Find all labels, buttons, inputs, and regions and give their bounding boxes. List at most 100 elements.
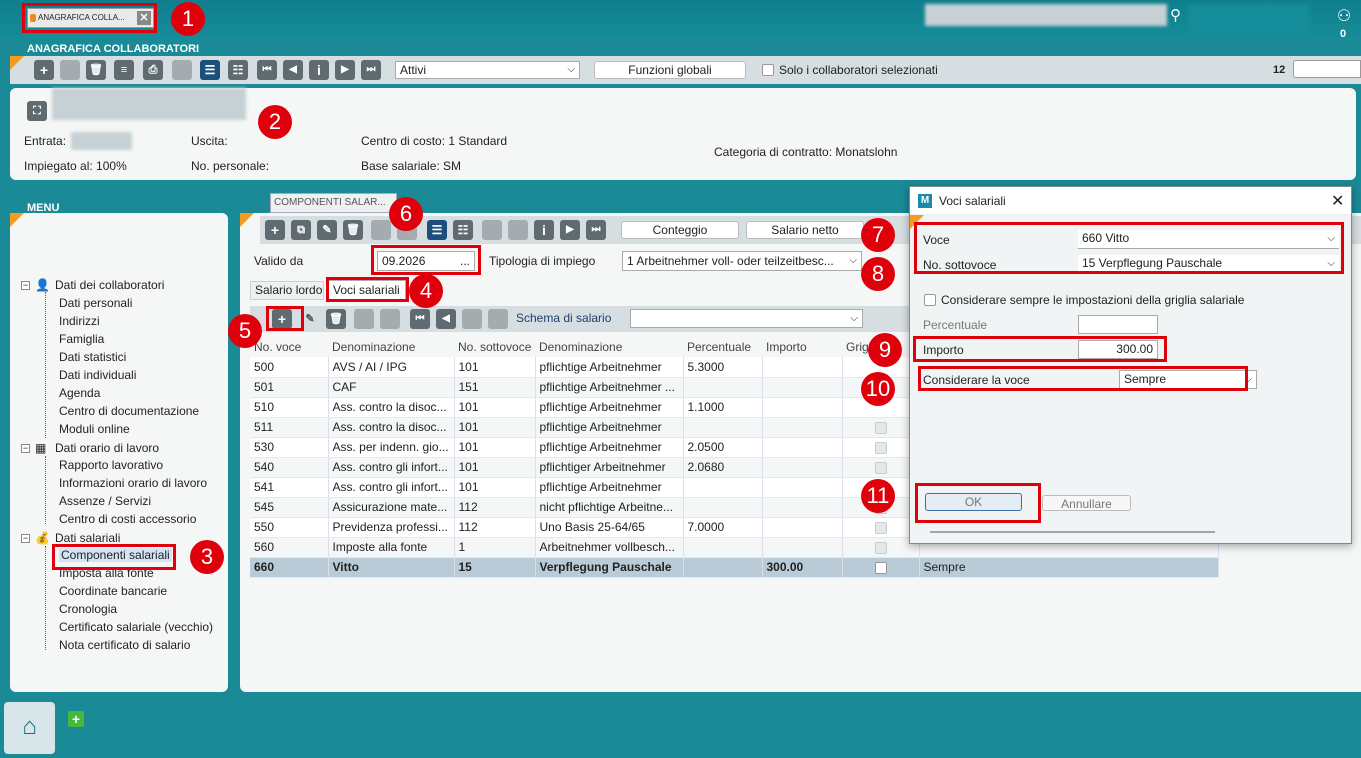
record-slider[interactable]: [1293, 60, 1361, 78]
column-header[interactable]: Denominazione: [328, 337, 454, 357]
list-export-icon[interactable]: ≡: [114, 60, 134, 80]
previous-record-icon[interactable]: [508, 220, 528, 240]
always-grid-checkbox[interactable]: [924, 294, 936, 306]
last-record-icon[interactable]: [488, 309, 508, 329]
table-row[interactable]: 660 Vitto 15 Verpflegung Pauschale 300.00 Sem…: [250, 557, 1219, 578]
menu-item-absences[interactable]: Assenze / Servizi: [59, 494, 151, 508]
column-header[interactable]: No. voce: [250, 337, 328, 357]
date-picker-icon[interactable]: ...: [460, 252, 470, 270]
menu-item-statistics[interactable]: Dati statistici: [59, 350, 126, 364]
menu-item-agenda[interactable]: Agenda: [59, 386, 100, 400]
close-tab-icon[interactable]: ✕: [137, 11, 151, 25]
menu-item-withholding-tax[interactable]: Imposta alla fonte: [59, 566, 154, 580]
menu-item-bank-details[interactable]: Coordinate bancarie: [59, 584, 167, 598]
edit-icon[interactable]: ✎: [300, 309, 320, 329]
consider-item-select[interactable]: Sempre ⌵: [1119, 370, 1257, 389]
notifications-icon[interactable]: ⚇: [1333, 6, 1355, 25]
info-icon[interactable]: i: [534, 220, 554, 240]
detail-view-icon[interactable]: ☰: [200, 60, 220, 80]
disabled-save-icon[interactable]: [354, 309, 374, 329]
salary-schema-select[interactable]: ⌵: [630, 309, 863, 328]
tab-salary-items[interactable]: Voci salariali: [328, 280, 406, 300]
grid-checkbox[interactable]: [874, 561, 887, 574]
disabled-save-icon[interactable]: [371, 220, 391, 240]
menu-group-collaborator-data[interactable]: Dati dei collaboratori: [55, 278, 164, 292]
global-functions-button[interactable]: Funzioni globali: [594, 61, 746, 79]
first-record-icon[interactable]: ⏮: [410, 309, 430, 329]
menu-item-cost-center[interactable]: Centro di costi accessorio: [59, 512, 196, 526]
detail-view-icon[interactable]: ☰: [427, 220, 447, 240]
info-icon[interactable]: i: [309, 60, 329, 80]
menu-item-personal-data[interactable]: Dati personali: [59, 296, 132, 310]
tab-gross-salary[interactable]: Salario lordo: [250, 281, 324, 300]
delete-icon[interactable]: 🗑: [326, 309, 346, 329]
disabled-cancel-icon[interactable]: [380, 309, 400, 329]
item-select[interactable]: 660 Vitto ⌵: [1078, 230, 1339, 249]
menu-group-salary-data[interactable]: Dati salariali: [55, 531, 120, 545]
list-view-icon[interactable]: ☷: [228, 60, 248, 80]
collapse-icon[interactable]: −: [21, 534, 30, 543]
cancel-button[interactable]: Annullare: [1042, 495, 1131, 511]
menu-item-work-time-info[interactable]: Informazioni orario di lavoro: [59, 476, 207, 490]
tab-salary-components[interactable]: COMPONENTI SALAR...: [270, 193, 397, 213]
add-icon[interactable]: +: [265, 220, 285, 240]
copy-icon[interactable]: ⧉: [291, 220, 311, 240]
first-record-icon[interactable]: [482, 220, 502, 240]
copy-icon[interactable]: [60, 60, 80, 80]
column-header[interactable]: Importo: [762, 337, 842, 357]
next-record-icon[interactable]: ▶: [335, 60, 355, 80]
menu-item-salary-components[interactable]: Componenti salariali: [59, 548, 172, 562]
only-selected-checkbox[interactable]: [762, 64, 774, 76]
column-header[interactable]: Denominazione: [535, 337, 683, 357]
add-window-icon[interactable]: +: [68, 711, 84, 727]
last-record-icon[interactable]: ⏭: [586, 220, 606, 240]
menu-item-employment[interactable]: Rapporto lavorativo: [59, 458, 163, 472]
menu-item-addresses[interactable]: Indirizzi: [59, 314, 100, 328]
employment-type-select[interactable]: 1 Arbeitnehmer voll- oder teilzeitbesc..…: [622, 251, 862, 271]
search-icon[interactable]: ⚲: [1170, 6, 1181, 24]
menu-item-history[interactable]: Cronologia: [59, 602, 117, 616]
grid-checkbox[interactable]: [874, 421, 887, 434]
close-icon[interactable]: ✕: [1331, 191, 1344, 211]
amount-input[interactable]: 300.00: [1078, 340, 1158, 359]
menu-item-salary-certificate-old[interactable]: Certificato salariale (vecchio): [59, 620, 213, 634]
menu-group-work-time[interactable]: Dati orario di lavoro: [55, 441, 159, 455]
net-salary-button[interactable]: Salario netto: [746, 221, 864, 239]
valid-from-input[interactable]: 09.2026...: [377, 251, 475, 271]
column-header[interactable]: Percentuale: [683, 337, 762, 357]
delete-icon[interactable]: 🗑: [86, 60, 106, 80]
add-icon[interactable]: +: [34, 60, 54, 80]
grid-checkbox[interactable]: [874, 461, 887, 474]
grid-checkbox[interactable]: [874, 441, 887, 454]
dialog-scrollbar[interactable]: [930, 531, 1215, 533]
previous-record-icon[interactable]: ◀: [436, 309, 456, 329]
home-icon[interactable]: ⌂: [4, 702, 55, 754]
collapse-icon[interactable]: −: [21, 444, 30, 453]
disabled-action-icon[interactable]: [172, 60, 192, 80]
menu-item-documentation[interactable]: Centro di documentazione: [59, 404, 199, 418]
grid-checkbox[interactable]: [874, 541, 887, 554]
percentage-input[interactable]: [1078, 315, 1158, 334]
last-record-icon[interactable]: ⏭: [361, 60, 381, 80]
ok-button[interactable]: OK: [925, 493, 1022, 511]
grid-checkbox[interactable]: [874, 521, 887, 534]
add-item-icon[interactable]: +: [272, 309, 292, 329]
column-header[interactable]: No. sottovoce: [454, 337, 535, 357]
menu-item-family[interactable]: Famiglia: [59, 332, 104, 346]
document-tab[interactable]: ANAGRAFICA COLLA... ✕: [27, 8, 154, 28]
print-icon[interactable]: ⎙: [143, 60, 163, 80]
menu-item-salary-certificate-note[interactable]: Nota certificato di salario: [59, 638, 190, 652]
collapse-icon[interactable]: −: [21, 281, 30, 290]
next-record-icon[interactable]: ▶: [560, 220, 580, 240]
list-view-icon[interactable]: ☷: [453, 220, 473, 240]
menu-item-online-modules[interactable]: Moduli online: [59, 422, 130, 436]
calculation-button[interactable]: Conteggio: [621, 221, 739, 239]
menu-item-individual-data[interactable]: Dati individuali: [59, 368, 136, 382]
delete-icon[interactable]: 🗑: [343, 220, 363, 240]
edit-icon[interactable]: ✎: [317, 220, 337, 240]
previous-record-icon[interactable]: ◀: [283, 60, 303, 80]
search-input[interactable]: [925, 4, 1167, 26]
subitem-select[interactable]: 15 Verpflegung Pauschale ⌵: [1078, 255, 1339, 274]
next-record-icon[interactable]: [462, 309, 482, 329]
expand-icon[interactable]: ⛶: [27, 101, 47, 121]
